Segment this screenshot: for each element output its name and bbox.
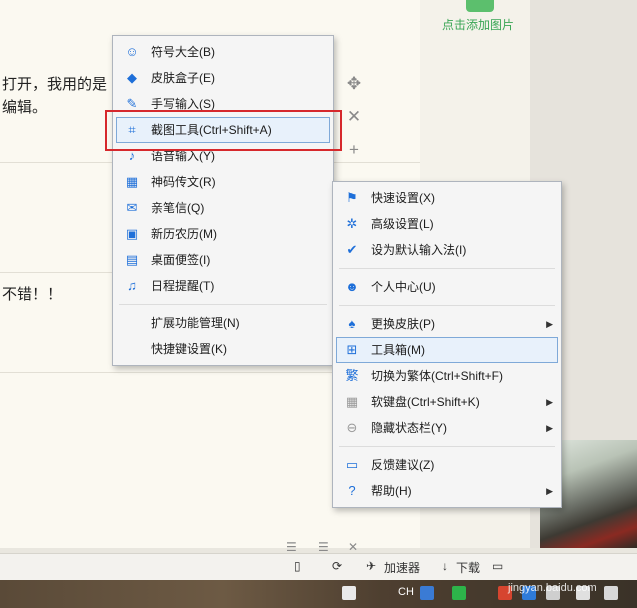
accelerator-button[interactable]: 加速器 — [384, 559, 420, 576]
menu-item-quick-settings[interactable]: ⚑ 快速设置(X) — [333, 185, 561, 211]
menu-item-change-skin[interactable]: ♠ 更换皮肤(P) ▶ — [333, 311, 561, 337]
pen-icon: ✎ — [126, 96, 138, 111]
mini-toolbar: ☰ ☰ ✕ — [278, 540, 418, 554]
language-indicator[interactable]: CH — [398, 586, 414, 598]
help-icon: ? — [348, 483, 356, 498]
list-icon[interactable]: ☰ — [286, 540, 297, 554]
close-icon[interactable]: ✕ — [343, 107, 365, 140]
menu-item-hide-statusbar[interactable]: ⊖ 隐藏状态栏(Y) ▶ — [333, 415, 561, 441]
chat-icon: ▭ — [345, 457, 359, 472]
menu-separator — [339, 268, 555, 269]
network-icon[interactable] — [452, 586, 466, 600]
bell-icon: ♫ — [127, 278, 137, 293]
submenu-arrow-icon: ▶ — [546, 397, 553, 407]
download-button[interactable]: 下载 — [456, 559, 480, 576]
menu-item-shortcuts[interactable]: 快捷键设置(K) — [113, 336, 333, 362]
close-icon[interactable]: ✕ — [348, 540, 358, 554]
submenu-arrow-icon: ▶ — [546, 486, 553, 496]
menu-item-note[interactable]: ▤ 桌面便签(I) — [113, 247, 333, 273]
user-icon: ☻ — [345, 279, 359, 294]
check-circle-icon: ✔ — [346, 242, 358, 257]
smiley-icon: ☺ — [125, 44, 139, 59]
plane-icon[interactable]: ✈ — [366, 559, 376, 573]
phone-icon[interactable]: ▯ — [294, 559, 301, 573]
menu-item-user-center[interactable]: ☻ 个人中心(U) — [333, 274, 561, 300]
cube-icon: ◆ — [127, 70, 137, 85]
editor-line: 编辑。 — [2, 99, 48, 116]
envelope-icon: ✉ — [126, 200, 138, 215]
editor-line: 不错！！ — [2, 286, 63, 303]
menu-separator — [119, 304, 327, 305]
qrcode-icon: ▦ — [125, 174, 139, 189]
keyboard-icon: ▦ — [345, 394, 359, 409]
settings-menu: ⚑ 快速设置(X) ✲ 高级设置(L) ✔ 设为默认输入法(I) ☻ 个人中心(U) ♠… — [332, 181, 562, 508]
menu-item-feedback[interactable]: ▭ 反馈建议(Z) — [333, 452, 561, 478]
menu-separator — [339, 305, 555, 306]
tools-menu: ☺ 符号大全(B) ◆ 皮肤盒子(E) ✎ 手写输入(S) ⌗ 截图工具(Ctrl+Sh… — [112, 35, 334, 366]
menu-item-help[interactable]: ? 帮助(H) ▶ — [333, 478, 561, 504]
refresh-icon[interactable]: ⟳ — [332, 559, 342, 573]
add-image-link[interactable]: 点击添加图片 — [442, 16, 514, 33]
menu-item-symbols[interactable]: ☺ 符号大全(B) — [113, 39, 333, 65]
menu-item-calendar[interactable]: ▣ 新历农历(M) — [113, 221, 333, 247]
submenu-arrow-icon: ▶ — [546, 423, 553, 433]
editor-line: 打开，我用的是 — [2, 76, 108, 93]
menu-item-traditional[interactable]: 繁切换为繁体(Ctrl+Shift+F) — [333, 363, 561, 389]
menu-item-code-transfer[interactable]: ▦ 神码传文(R) — [113, 169, 333, 195]
window-icon[interactable]: ▭ — [492, 559, 503, 573]
submenu-arrow-icon: ▶ — [546, 319, 553, 329]
note-icon: ▤ — [125, 252, 139, 267]
menu-separator — [339, 446, 555, 447]
menu-item-advanced-settings[interactable]: ✲ 高级设置(L) — [333, 211, 561, 237]
menu-item-toolbox[interactable]: ⊞ 工具箱(M) — [336, 337, 558, 363]
mic-icon: ♪ — [128, 148, 136, 163]
app-icon[interactable] — [342, 586, 356, 600]
list-icon[interactable]: ☰ — [318, 540, 329, 554]
menu-item-letter[interactable]: ✉ 亲笔信(Q) — [113, 195, 333, 221]
side-tools: ✥ ✕ + — [343, 74, 365, 173]
plus-icon[interactable]: + — [343, 140, 365, 173]
move-icon[interactable]: ✥ — [343, 74, 365, 107]
grid-icon: ⊞ — [346, 342, 358, 357]
menu-item-extensions[interactable]: 扩展功能管理(N) — [113, 310, 333, 336]
calendar-icon: ▣ — [125, 226, 139, 241]
menu-item-reminder[interactable]: ♫ 日程提醒(T) — [113, 273, 333, 299]
watermark: jingyan.baidu.com — [508, 582, 597, 594]
highlight-box — [105, 110, 342, 151]
speaker-icon[interactable] — [604, 586, 618, 600]
shirt-icon: ♠ — [348, 316, 356, 331]
fan-icon: 繁 — [345, 368, 359, 383]
flag-icon: ⚑ — [346, 190, 358, 205]
minus-circle-icon: ⊖ — [346, 420, 358, 435]
menu-item-set-default[interactable]: ✔ 设为默认输入法(I) — [333, 237, 561, 263]
image-add-icon[interactable] — [466, 0, 494, 12]
menu-item-skin-box[interactable]: ◆ 皮肤盒子(E) — [113, 65, 333, 91]
download-icon[interactable]: ↓ — [442, 559, 448, 573]
browser-toolbar: ▯ ⟳ ✈ 加速器 ↓ 下载 ▭ — [0, 553, 637, 581]
gear-icon: ✲ — [346, 216, 358, 231]
menu-item-soft-keyboard[interactable]: ▦ 软键盘(Ctrl+Shift+K) ▶ — [333, 389, 561, 415]
ime-icon[interactable] — [420, 586, 434, 600]
